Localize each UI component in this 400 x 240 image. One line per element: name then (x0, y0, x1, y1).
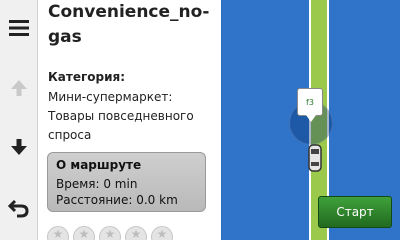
scroll-down-button[interactable] (0, 127, 37, 167)
route-info-button[interactable]: О маршруте Время: 0 min Расстояние: 0.0 … (47, 152, 206, 212)
side-toolbar (0, 0, 38, 240)
star-icon[interactable]: ★ (151, 226, 173, 240)
scroll-up-button[interactable] (0, 68, 37, 108)
star-icon[interactable]: ★ (47, 226, 69, 240)
arrow-up-icon (10, 80, 27, 96)
route-distance: Расстояние: 0.0 km (56, 193, 178, 207)
category-value: Мини-супермаркет: Товары повседневного с… (48, 90, 194, 142)
back-button[interactable] (0, 188, 37, 228)
start-button[interactable]: Старт (318, 196, 392, 228)
back-icon (7, 199, 29, 218)
route-title: О маршруте (56, 158, 142, 172)
poi-details-screen: Convenience_no-gas Категория: Мини-супер… (0, 0, 400, 240)
poi-marker-icon[interactable]: f3 (297, 88, 323, 122)
arrow-down-icon (10, 139, 27, 155)
category-label: Категория: (48, 70, 126, 84)
rating-stars[interactable]: ★ ★ ★ ★ ★ (47, 226, 173, 240)
map-view[interactable]: f3 Старт (222, 0, 400, 240)
menu-button[interactable] (0, 8, 37, 48)
poi-info-panel: Convenience_no-gas Категория: Мини-супер… (38, 0, 221, 240)
star-icon[interactable]: ★ (125, 226, 147, 240)
star-icon[interactable]: ★ (99, 226, 121, 240)
star-icon[interactable]: ★ (73, 226, 95, 240)
poi-marker-label: f3 (306, 97, 314, 107)
menu-icon (8, 20, 29, 36)
poi-title: Convenience_no-gas (48, 2, 210, 47)
vehicle-icon (308, 144, 322, 172)
route-time: Время: 0 min (56, 177, 138, 191)
